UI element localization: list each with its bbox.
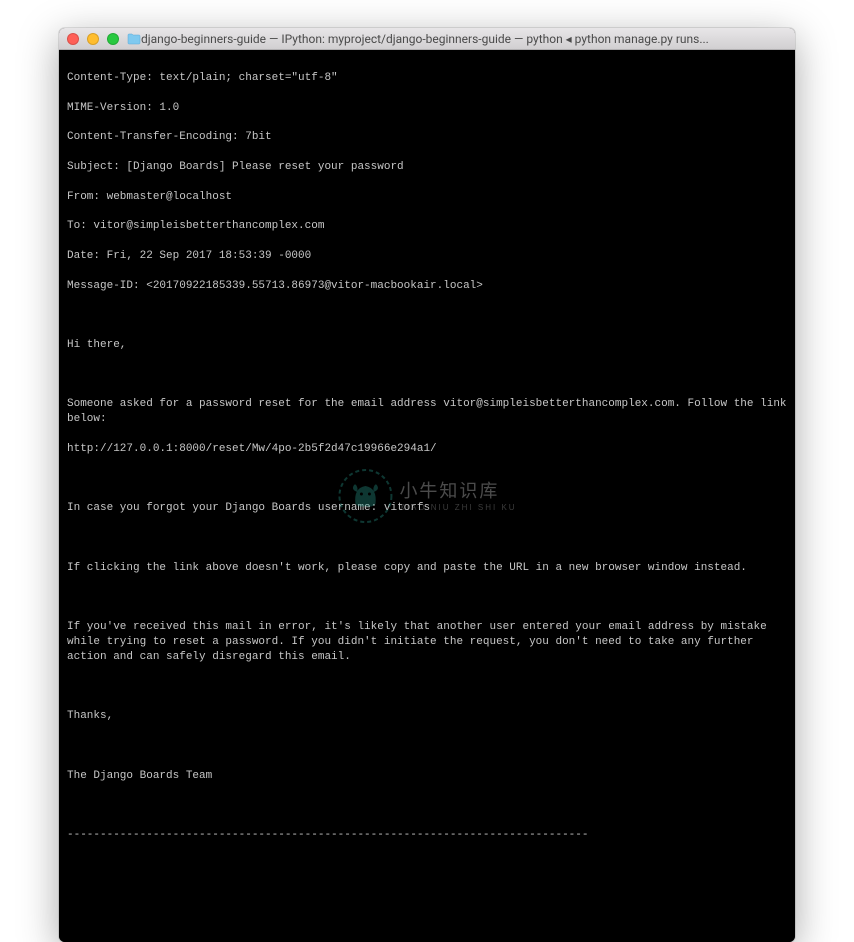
blank-line (67, 531, 787, 546)
close-icon[interactable] (67, 33, 79, 45)
blank-line (67, 308, 787, 323)
header-line: MIME-Version: 1.0 (67, 101, 787, 116)
body-line: The Django Boards Team (67, 769, 787, 784)
body-line: http://127.0.0.1:8000/reset/Mw/4po-2b5f2… (67, 442, 787, 457)
header-line: To: vitor@simpleisbetterthancomplex.com (67, 219, 787, 234)
body-line: Someone asked for a password reset for t… (67, 397, 787, 427)
terminal-window: django-beginners-guide — IPython: myproj… (59, 28, 795, 942)
body-line: If clicking the link above doesn't work,… (67, 561, 787, 576)
body-line: In case you forgot your Django Boards us… (67, 501, 787, 516)
blank-line (67, 679, 787, 694)
blank-line (67, 798, 787, 813)
titlebar[interactable]: django-beginners-guide — IPython: myproj… (59, 28, 795, 50)
traffic-lights (67, 33, 119, 45)
terminal-output[interactable]: Content-Type: text/plain; charset="utf-8… (59, 50, 795, 942)
header-line: Content-Type: text/plain; charset="utf-8… (67, 71, 787, 86)
header-line: Message-ID: <20170922185339.55713.86973@… (67, 279, 787, 294)
header-line: From: webmaster@localhost (67, 190, 787, 205)
blank-line (67, 368, 787, 383)
maximize-icon[interactable] (107, 33, 119, 45)
header-line: Date: Fri, 22 Sep 2017 18:53:39 -0000 (67, 249, 787, 264)
folder-icon (127, 33, 141, 45)
header-line: Content-Transfer-Encoding: 7bit (67, 130, 787, 145)
minimize-icon[interactable] (87, 33, 99, 45)
divider-line: ----------------------------------------… (67, 828, 787, 843)
window-title: django-beginners-guide — IPython: myproj… (141, 28, 787, 50)
body-line: If you've received this mail in error, i… (67, 620, 787, 665)
blank-line (67, 739, 787, 754)
body-line: Hi there, (67, 338, 787, 353)
header-line: Subject: [Django Boards] Please reset yo… (67, 160, 787, 175)
blank-line (67, 590, 787, 605)
body-line: Thanks, (67, 709, 787, 724)
blank-line (67, 472, 787, 487)
